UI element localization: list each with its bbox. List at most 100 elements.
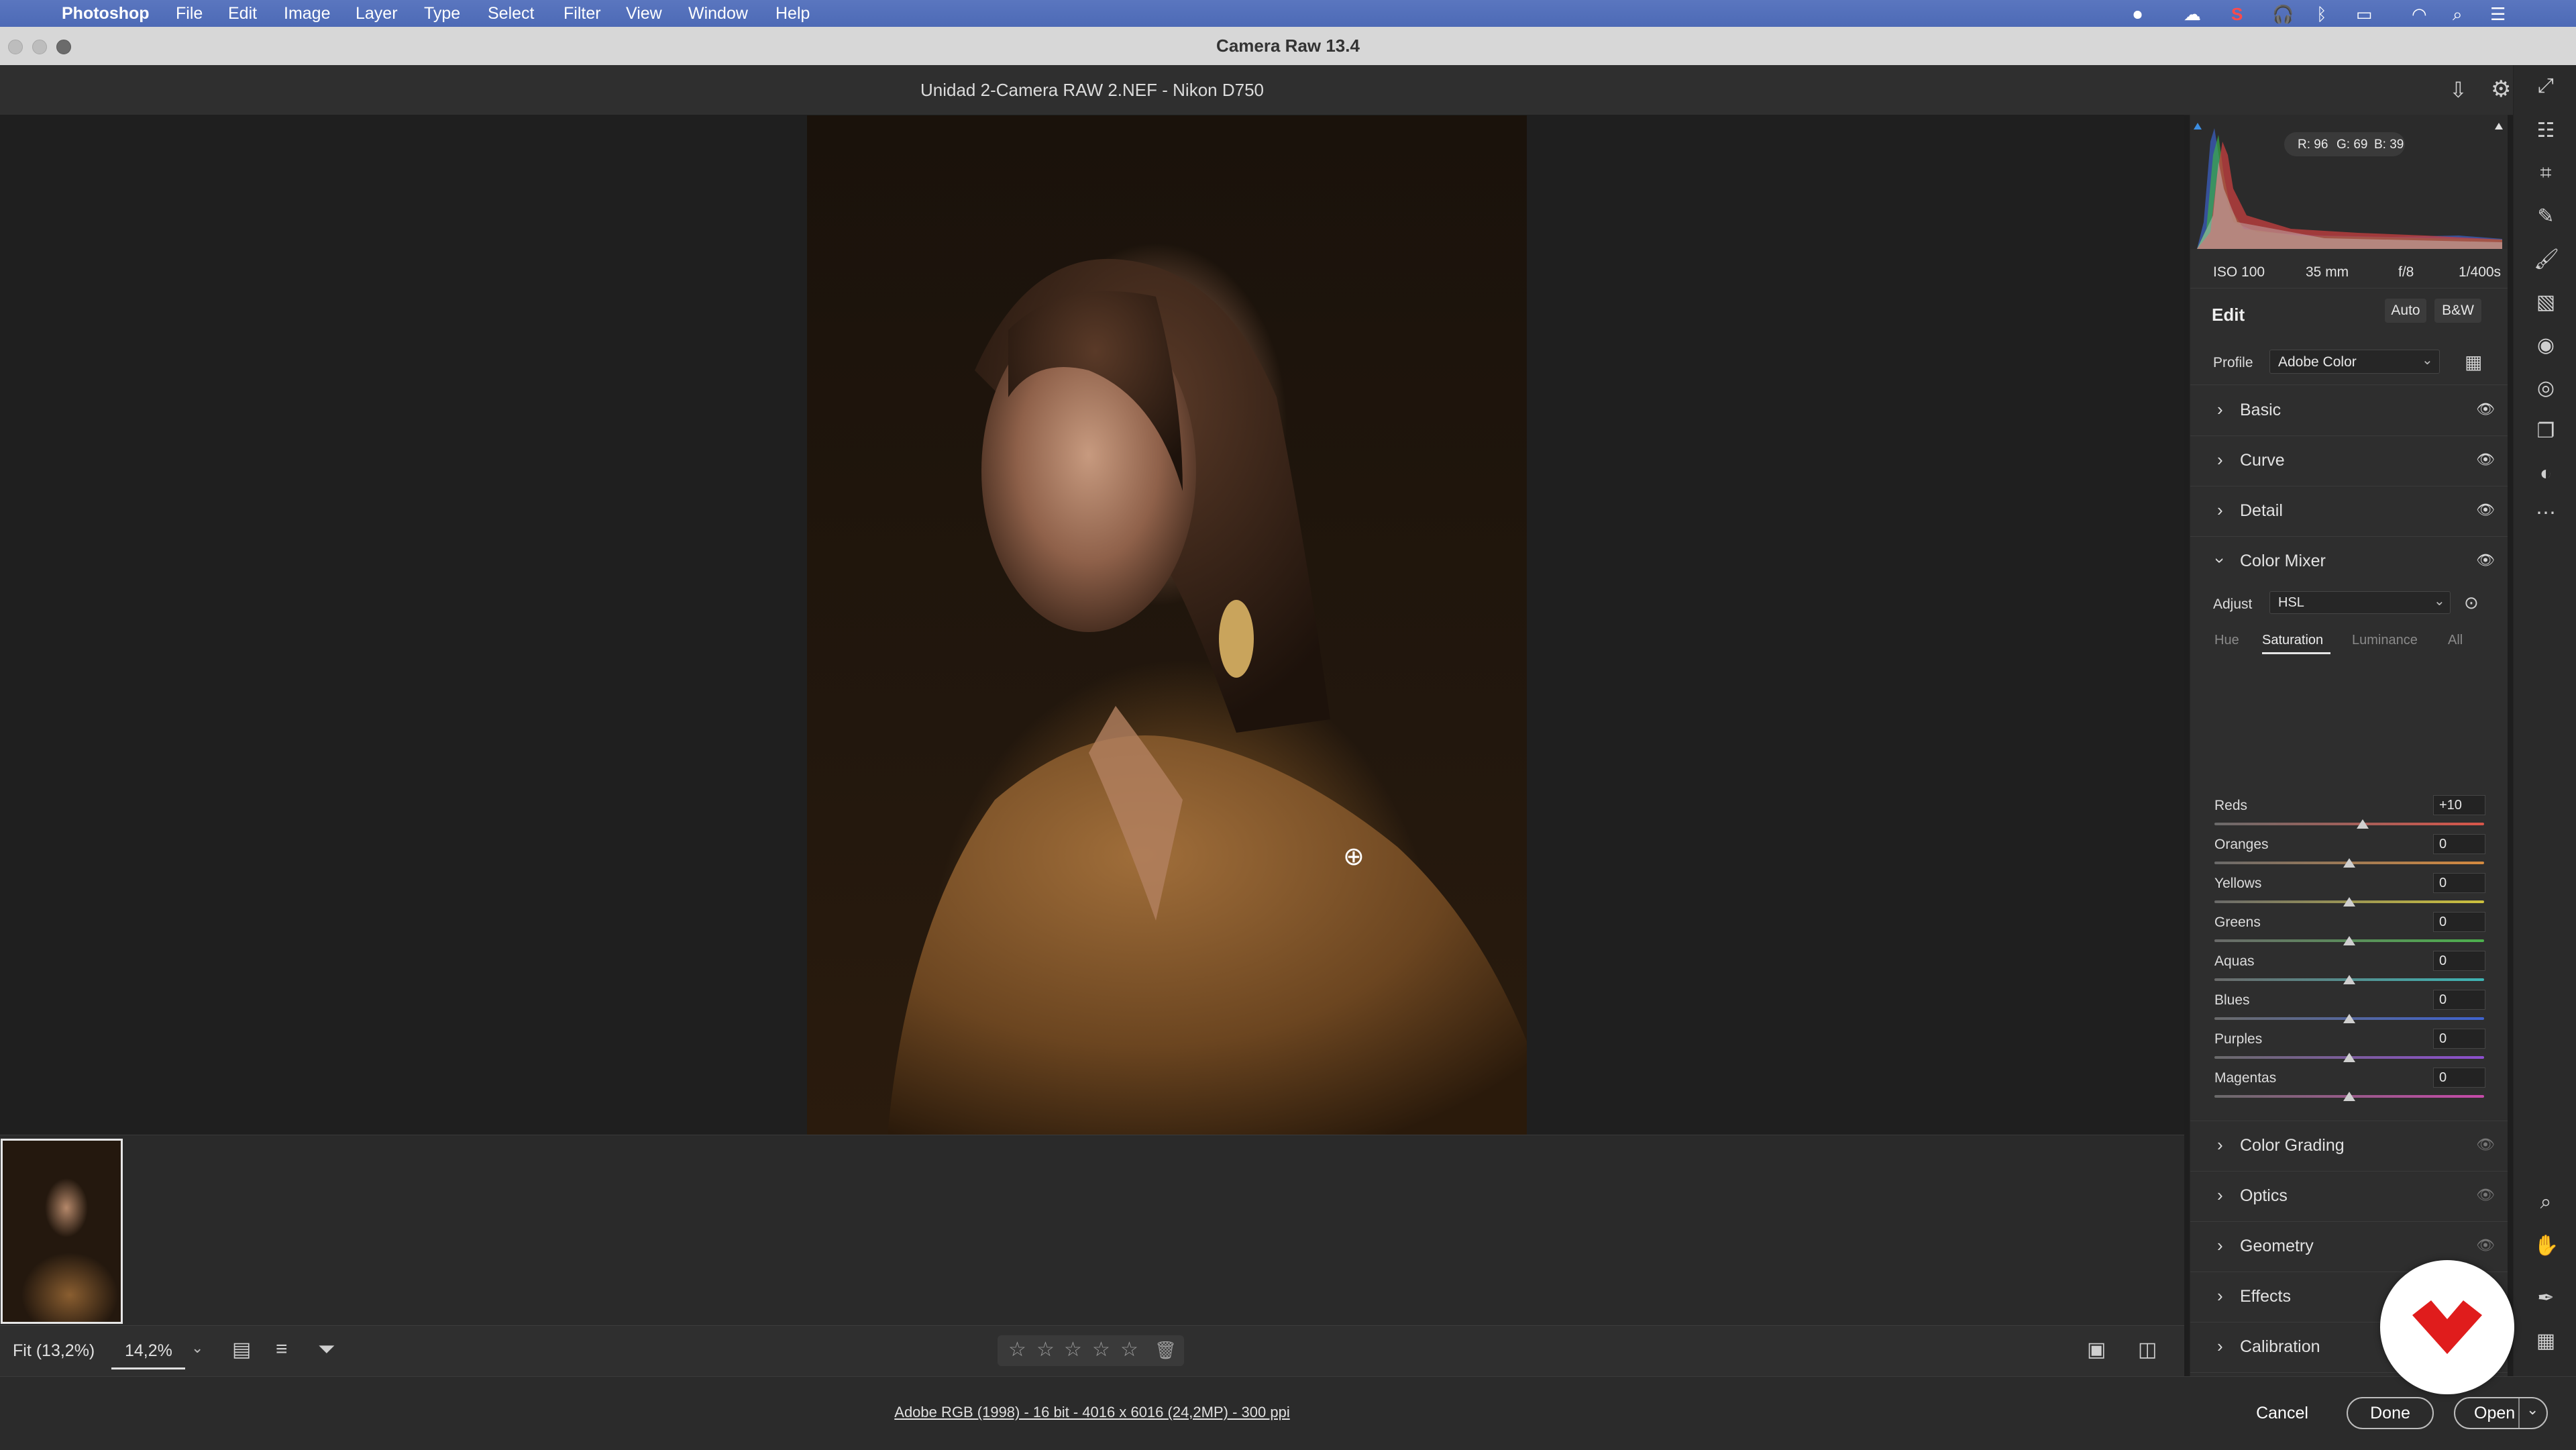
presets-icon[interactable]: ◐ (2534, 462, 2558, 485)
tab-hue[interactable]: Hue (2214, 633, 2239, 648)
eye-icon[interactable]: 👁 (2476, 1237, 2495, 1254)
creative-cloud-icon[interactable]: ☁ (2184, 4, 2201, 25)
slider-track[interactable] (2214, 823, 2484, 825)
slider-value-input[interactable]: 0 (2433, 1029, 2485, 1049)
menu-type[interactable]: Type (424, 4, 460, 23)
edit-sliders-icon[interactable]: ☷ (2534, 119, 2558, 142)
radial-gradient-icon[interactable]: ◉ (2534, 333, 2558, 357)
slider-purples[interactable]: Purples 0 (2214, 1029, 2485, 1066)
menu-view[interactable]: View (626, 4, 662, 23)
section-optics[interactable]: › Optics 👁 (2190, 1172, 2508, 1221)
menu-edit[interactable]: Edit (228, 4, 257, 23)
slider-thumb[interactable] (2357, 819, 2369, 829)
slider-value-input[interactable]: 0 (2433, 1068, 2485, 1088)
eye-icon[interactable]: 👁 (2476, 401, 2495, 418)
bluetooth-icon[interactable]: ᛒ (2316, 4, 2327, 25)
eyedropper-icon[interactable]: ✒ (2534, 1286, 2558, 1310)
slider-greens[interactable]: Greens 0 (2214, 912, 2485, 949)
slider-thumb[interactable] (2343, 936, 2355, 945)
control-center-icon[interactable]: ☰ (2490, 4, 2506, 25)
grid-icon[interactable]: ▦ (2534, 1329, 2558, 1353)
image-canvas[interactable]: ⊕ (0, 115, 2184, 1135)
slider-blues[interactable]: Blues 0 (2214, 990, 2485, 1027)
sort-icon[interactable]: ≡ (276, 1338, 288, 1361)
tab-luminance[interactable]: Luminance (2352, 633, 2418, 648)
snapshots-icon[interactable]: ❐ (2534, 419, 2558, 443)
brush-icon[interactable]: 🖌 (2534, 248, 2559, 271)
chevron-down-icon[interactable]: ⌄ (191, 1339, 203, 1357)
bw-button[interactable]: B&W (2434, 299, 2481, 323)
adjust-select[interactable]: HSL ⌄ (2269, 591, 2451, 614)
auto-button[interactable]: Auto (2385, 299, 2426, 323)
slider-value-input[interactable]: 0 (2433, 912, 2485, 932)
linear-gradient-icon[interactable]: ▧ (2534, 291, 2558, 314)
single-view-icon[interactable]: ▣ (2087, 1338, 2106, 1361)
battery-icon[interactable]: ▭ (2356, 4, 2373, 25)
slider-thumb[interactable] (2343, 1053, 2355, 1062)
menu-filter[interactable]: Filter (564, 4, 601, 23)
zoom-level-select[interactable]: 14,2% (125, 1341, 172, 1361)
section-detail[interactable]: › Detail 👁 (2190, 486, 2508, 536)
slider-reds[interactable]: Reds +10 (2214, 795, 2485, 833)
done-button[interactable]: Done (2347, 1397, 2434, 1429)
slider-value-input[interactable]: 0 (2433, 834, 2485, 854)
slider-value-input[interactable]: 0 (2433, 873, 2485, 893)
menu-app-name[interactable]: Photoshop (62, 4, 150, 23)
red-eye-icon[interactable]: ◎ (2534, 376, 2558, 400)
workflow-options-link[interactable]: Adobe RGB (1998) - 16 bit - 4016 x 6016 … (0, 1404, 2184, 1421)
section-curve[interactable]: › Curve 👁 (2190, 436, 2508, 486)
eye-icon[interactable]: 👁 (2476, 1136, 2495, 1153)
star-3-icon[interactable]: ☆ (1064, 1338, 1082, 1361)
photo-preview[interactable] (807, 115, 1527, 1135)
star-2-icon[interactable]: ☆ (1036, 1338, 1055, 1361)
star-4-icon[interactable]: ☆ (1092, 1338, 1110, 1361)
crop-icon[interactable]: ⌗ (2534, 162, 2558, 185)
trash-icon[interactable]: 🗑 (1155, 1340, 1177, 1361)
zoom-icon[interactable]: ⌕ (2534, 1191, 2558, 1214)
filter-icon[interactable]: ⏷ (318, 1337, 335, 1362)
menu-layer[interactable]: Layer (356, 4, 398, 23)
slider-yellows[interactable]: Yellows 0 (2214, 873, 2485, 911)
slider-oranges[interactable]: Oranges 0 (2214, 834, 2485, 872)
healing-icon[interactable]: ✎ (2534, 205, 2558, 228)
wifi-icon[interactable]: ◠ (2412, 4, 2427, 25)
slider-value-input[interactable]: +10 (2433, 795, 2485, 815)
headphones-icon[interactable]: 🎧 (2272, 4, 2294, 25)
expand-icon[interactable]: ⤢ (2534, 74, 2558, 97)
slider-thumb[interactable] (2343, 897, 2355, 907)
spotlight-search-icon[interactable]: ⌕ (2453, 4, 2463, 25)
tab-saturation[interactable]: Saturation (2262, 633, 2323, 648)
s-icon[interactable]: S (2231, 4, 2243, 25)
filmstrip-view-icon[interactable]: ▤ (232, 1338, 251, 1361)
fit-zoom-button[interactable]: Fit (13,2%) (13, 1341, 95, 1361)
profile-browser-icon[interactable]: ▦ (2465, 351, 2482, 373)
slider-thumb[interactable] (2343, 1014, 2355, 1023)
slider-thumb[interactable] (2343, 975, 2355, 984)
gear-icon[interactable]: ⚙ (2491, 76, 2511, 103)
before-after-icon[interactable]: ◫ (2138, 1338, 2157, 1361)
record-icon[interactable]: ⏺ (2133, 4, 2142, 25)
slider-value-input[interactable]: 0 (2433, 951, 2485, 971)
hand-icon[interactable]: ✋ (2534, 1234, 2559, 1257)
menu-select[interactable]: Select (488, 4, 534, 23)
section-basic[interactable]: › Basic 👁 (2190, 386, 2508, 435)
more-icon[interactable]: ⋯ (2534, 501, 2558, 525)
menu-help[interactable]: Help (775, 4, 810, 23)
tab-all[interactable]: All (2448, 633, 2463, 648)
menu-file[interactable]: File (176, 4, 203, 23)
targeted-adjustment-icon[interactable]: ⊙ (2464, 592, 2479, 613)
star-5-icon[interactable]: ☆ (1120, 1338, 1138, 1361)
open-button[interactable]: Open ⌄ (2454, 1397, 2548, 1429)
eye-icon[interactable]: 👁 (2476, 1186, 2495, 1204)
slider-thumb[interactable] (2343, 858, 2355, 868)
slider-aquas[interactable]: Aquas 0 (2214, 951, 2485, 988)
slider-value-input[interactable]: 0 (2433, 990, 2485, 1010)
section-color-grading[interactable]: › Color Grading 👁 (2190, 1121, 2508, 1171)
eye-icon[interactable]: 👁 (2476, 501, 2495, 519)
cancel-button[interactable]: Cancel (2241, 1397, 2324, 1429)
slider-thumb[interactable] (2343, 1092, 2355, 1101)
menu-window[interactable]: Window (688, 4, 748, 23)
profile-select[interactable]: Adobe Color ⌄ (2269, 350, 2440, 374)
eye-icon[interactable]: 👁 (2476, 451, 2495, 468)
filmstrip-thumbnail[interactable] (1, 1139, 123, 1324)
